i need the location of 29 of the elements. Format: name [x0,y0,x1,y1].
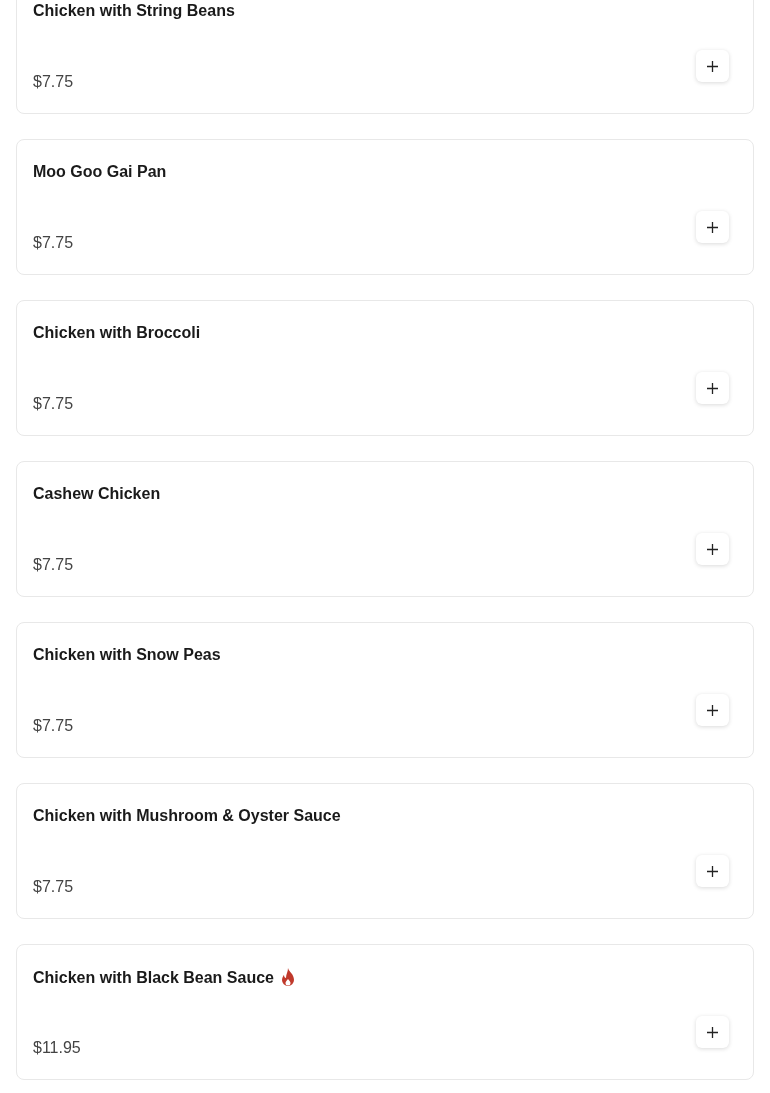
flame-icon [280,968,296,987]
plus-icon [707,221,718,233]
item-price: $7.75 [33,234,74,252]
add-button[interactable] [696,855,729,887]
plus-icon [707,704,718,716]
item-name: Chicken with Broccoli [33,324,201,342]
plus-icon [707,543,718,555]
add-button[interactable] [696,1016,729,1048]
item-name: Chicken with Mushroom & Oyster Sauce [33,807,341,825]
item-price: $7.75 [33,878,74,896]
item-price: $7.75 [33,73,74,91]
item-price: $11.95 [33,1039,81,1057]
item-name: Moo Goo Gai Pan [33,163,167,181]
add-button[interactable] [696,694,729,726]
plus-icon [707,382,718,394]
plus-icon [707,60,718,72]
item-price: $7.75 [33,556,74,574]
plus-icon [707,865,718,877]
add-button[interactable] [696,533,729,565]
add-button[interactable] [696,50,729,82]
add-button[interactable] [696,372,729,404]
item-name: Chicken with String Beans [33,2,235,20]
item-price: $7.75 [33,395,74,413]
item-name: Chicken with Snow Peas [33,646,221,664]
item-price: $7.75 [33,717,74,735]
item-name: Chicken with Black Bean Sauce [33,968,274,987]
item-name: Cashew Chicken [33,485,161,503]
add-button[interactable] [696,211,729,243]
plus-icon [707,1026,718,1038]
